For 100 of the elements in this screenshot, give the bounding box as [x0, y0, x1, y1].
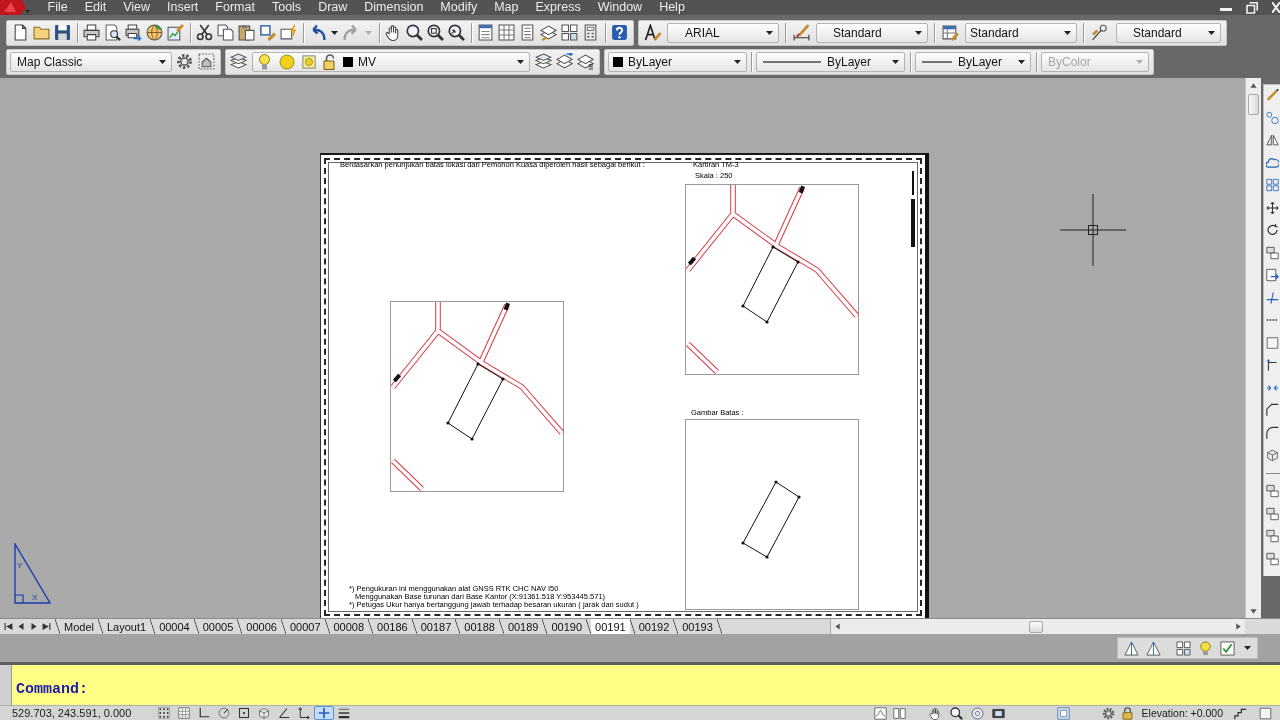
dimension-style-dropdown[interactable]: Standard [816, 22, 928, 43]
table-style-dropdown[interactable]: Standard [965, 22, 1077, 43]
layout-tab[interactable]: Model [60, 619, 98, 634]
menu-item[interactable]: Tools [263, 0, 310, 15]
caret-icon[interactable] [734, 59, 741, 64]
padlock-icon[interactable] [1120, 706, 1134, 720]
lightbulb-icon[interactable] [258, 53, 271, 70]
menu-item[interactable]: Express [527, 0, 590, 15]
circles-icon[interactable] [1266, 110, 1279, 125]
two-panes-icon[interactable] [892, 706, 906, 720]
paintbrush-icon[interactable] [259, 24, 276, 41]
right-angle-icon[interactable] [198, 707, 210, 719]
command-line-grip[interactable] [0, 665, 12, 705]
framed-square-icon[interactable] [1056, 706, 1070, 720]
grid-icon[interactable] [178, 707, 190, 719]
page-icon[interactable] [12, 24, 29, 41]
triangle-icon[interactable] [1124, 640, 1139, 656]
grid-icon[interactable] [498, 24, 515, 41]
close-icon[interactable] [1272, 2, 1280, 13]
cube-icon[interactable] [258, 707, 270, 719]
window-icon[interactable] [477, 24, 494, 41]
previous-tab-icon[interactable] [17, 622, 25, 631]
workspace-dropdown[interactable]: Map Classic [10, 51, 172, 72]
mirror-icon[interactable] [1266, 133, 1279, 147]
menu-item[interactable]: Map [485, 0, 527, 15]
scroll-down-icon[interactable] [1249, 608, 1258, 615]
trim-line-icon[interactable] [1266, 290, 1279, 305]
next-tab-icon[interactable] [30, 622, 38, 631]
printer-icon[interactable] [83, 24, 100, 41]
stairs-icon[interactable] [1234, 706, 1247, 720]
caret-icon[interactable] [915, 30, 922, 35]
chamfer-icon[interactable] [1266, 403, 1279, 417]
cloud-icon[interactable] [1266, 155, 1279, 170]
drawing-square-icon[interactable] [873, 706, 887, 720]
menu-item[interactable]: View [114, 0, 159, 15]
caret-icon[interactable] [517, 59, 524, 64]
screen-icon[interactable] [991, 706, 1005, 720]
cube-icon[interactable] [1266, 448, 1279, 462]
layout-tab[interactable]: 00187 [416, 619, 456, 634]
leader-brush-icon[interactable] [1091, 24, 1108, 41]
stacked-squares-icon[interactable] [1266, 245, 1279, 260]
caret-icon[interactable] [1208, 30, 1215, 35]
pencil-icon[interactable] [1266, 88, 1279, 102]
vertical-scrollbar[interactable] [1245, 78, 1261, 618]
menu-item[interactable]: File [39, 0, 77, 15]
printer-arrow-icon[interactable] [125, 24, 142, 41]
command-line-field[interactable]: Command: [12, 665, 1280, 705]
status-toggle[interactable] [314, 706, 334, 720]
layer-dropdown[interactable]: MV [252, 51, 530, 72]
scissors-icon[interactable] [196, 24, 213, 41]
menu-item[interactable]: Draw [309, 0, 356, 15]
menu-item[interactable]: Help [650, 0, 694, 15]
grid-squares-icon[interactable] [1266, 178, 1279, 192]
square-snap-icon[interactable] [238, 707, 250, 719]
tiles-icon[interactable] [561, 24, 578, 41]
copy-icon[interactable] [217, 24, 234, 41]
dotted-square-icon[interactable] [198, 53, 215, 70]
stacked-squares-icon[interactable] [1266, 484, 1279, 498]
linetype-dropdown[interactable]: ByLayer [756, 51, 905, 72]
menu-item[interactable]: Edit [76, 0, 115, 15]
layout-tab[interactable]: 00008 [329, 619, 369, 634]
layout-tab[interactable]: 00190 [547, 619, 587, 634]
caret-icon[interactable] [331, 30, 338, 35]
pencil-frame-icon[interactable] [167, 24, 184, 41]
corner-arrow-icon[interactable] [1266, 358, 1279, 372]
card-bolt-icon[interactable] [280, 24, 297, 41]
gear-icon[interactable] [1101, 706, 1115, 720]
clipboard-icon[interactable] [238, 24, 255, 41]
caret-icon[interactable] [1018, 59, 1025, 64]
dot-grid-icon[interactable] [158, 707, 170, 719]
gear-icon[interactable] [176, 53, 193, 70]
polar-icon[interactable] [218, 707, 230, 719]
layout-tab[interactable]: 00192 [634, 619, 674, 634]
document-icon[interactable] [519, 24, 536, 41]
scrollbar-thumb[interactable] [1029, 620, 1043, 633]
layers-icon[interactable] [535, 53, 552, 70]
floppy-icon[interactable] [54, 24, 71, 41]
menu-item[interactable]: Format [206, 0, 264, 15]
multileader-style-dropdown[interactable]: Standard [1116, 22, 1221, 43]
menu-item[interactable]: Insert [158, 0, 207, 15]
padlock-icon[interactable] [323, 53, 337, 70]
text-style-dropdown[interactable]: ARIAL [667, 22, 779, 43]
first-tab-icon[interactable] [4, 622, 13, 631]
caret-icon[interactable] [766, 30, 773, 35]
layout-tab[interactable]: 00006 [242, 619, 281, 634]
globe-icon[interactable] [146, 24, 163, 41]
layout-tab[interactable]: 00186 [373, 619, 412, 634]
layers-icon[interactable] [230, 53, 247, 70]
angle-icon[interactable] [278, 707, 290, 719]
square-icon[interactable] [1259, 706, 1272, 720]
restore-icon[interactable] [1246, 1, 1258, 14]
horizontal-scrollbar[interactable] [830, 619, 1245, 634]
layers-list-icon[interactable] [577, 53, 594, 70]
menu-item[interactable]: Dimension [355, 0, 432, 15]
check-square-icon[interactable] [1220, 640, 1235, 656]
layout-tab[interactable]: 00188 [460, 619, 499, 634]
color-dropdown[interactable]: ByLayer [608, 51, 747, 72]
layers-arrow-icon[interactable] [556, 53, 573, 70]
ring-icon[interactable] [970, 706, 984, 720]
square-icon[interactable] [1266, 335, 1279, 350]
